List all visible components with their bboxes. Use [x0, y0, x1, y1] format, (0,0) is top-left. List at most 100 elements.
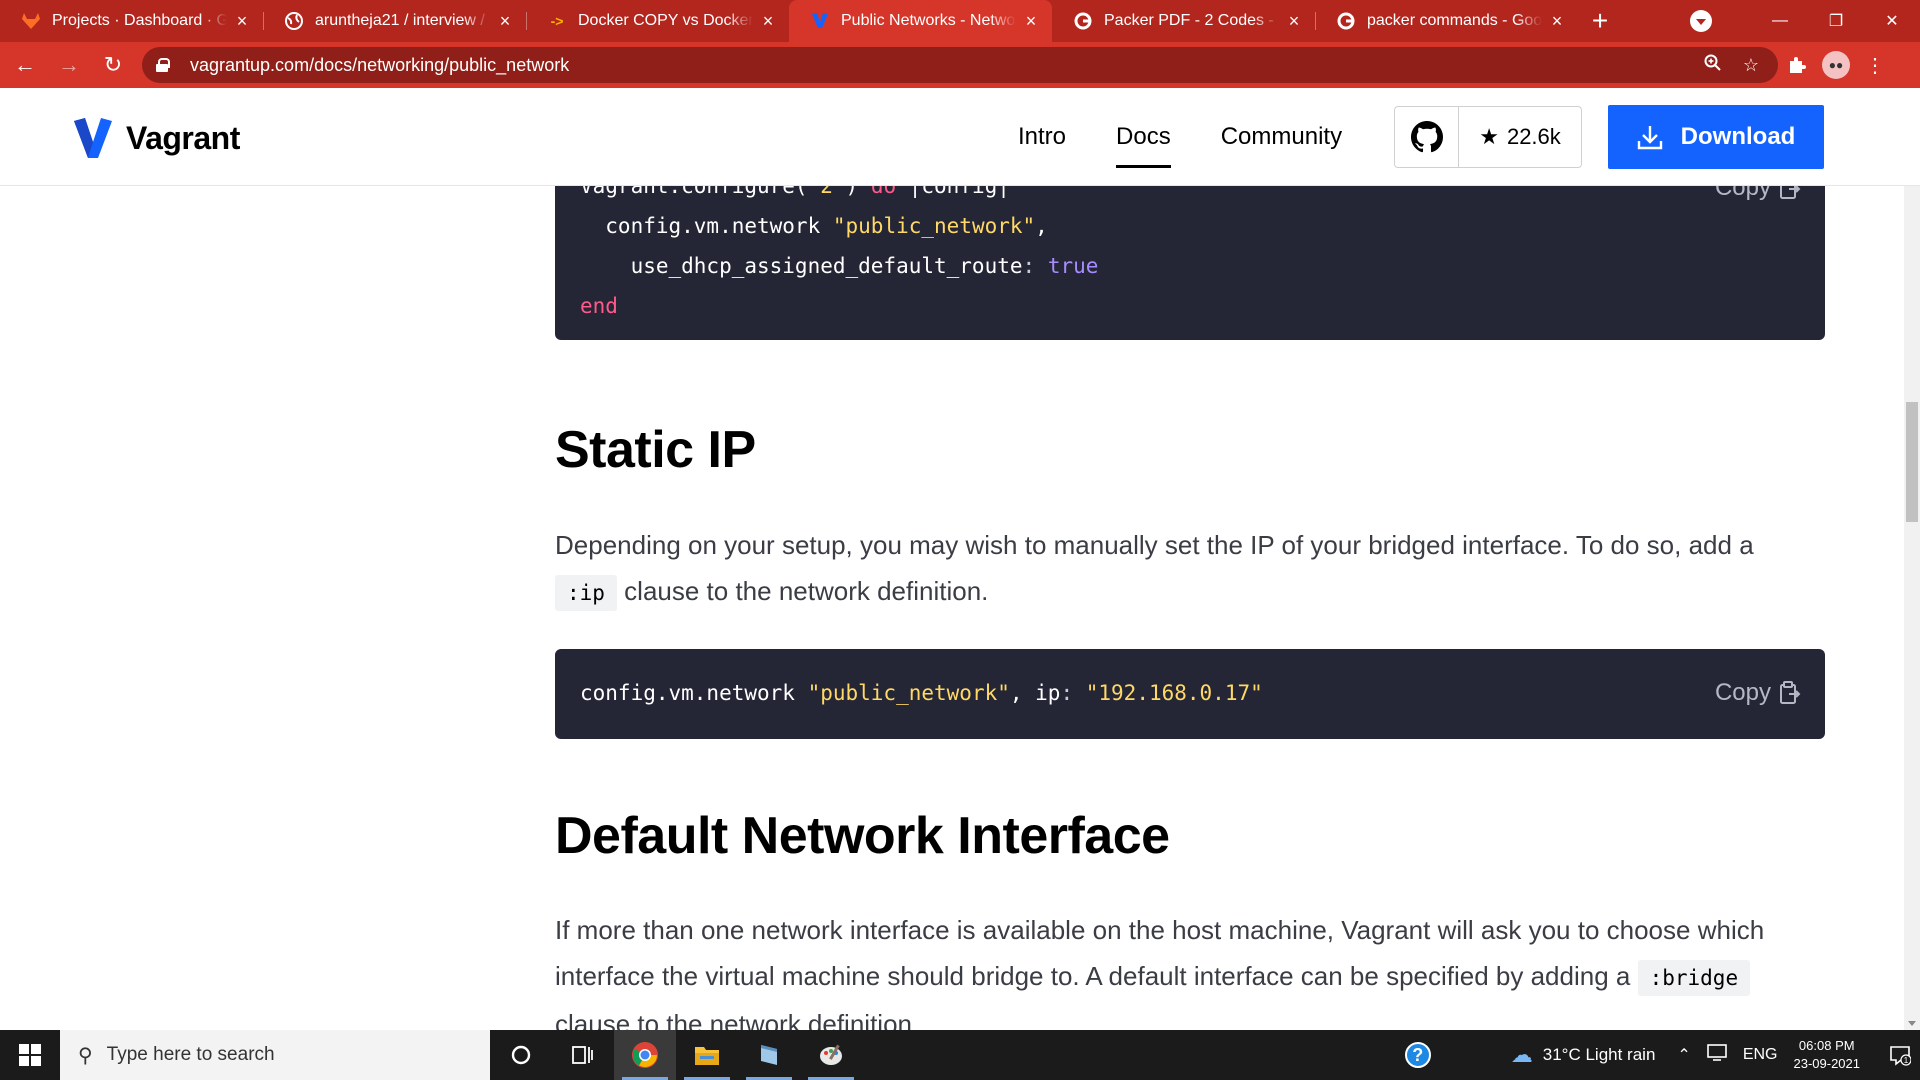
task-view-icon[interactable]	[552, 1030, 614, 1080]
rain-cloud-icon: ☁	[1510, 1042, 1533, 1067]
code-line: use_dhcp_assigned_default_route: true	[580, 254, 1099, 278]
arrow-icon: ->	[550, 13, 564, 29]
main-nav: Intro Docs Community	[1018, 88, 1392, 186]
site-header: Vagrant Intro Docs Community ★ 22.6k Dow…	[0, 88, 1920, 186]
close-tab-icon[interactable]: ×	[1022, 12, 1040, 30]
zoom-icon[interactable]	[1700, 54, 1726, 77]
close-tab-icon[interactable]: ×	[496, 12, 514, 30]
nav-link-community[interactable]: Community	[1221, 88, 1342, 186]
paint-taskbar-icon[interactable]	[800, 1030, 862, 1080]
cortana-icon[interactable]	[490, 1030, 552, 1080]
taskbar-search-box[interactable]: ⚲ Type here to search	[60, 1030, 490, 1080]
extensions-puzzle-icon[interactable]	[1778, 55, 1816, 75]
system-clock[interactable]: 06:08 PM 23-09-2021	[1794, 1037, 1861, 1073]
nav-link-intro[interactable]: Intro	[1018, 88, 1066, 186]
url-bar[interactable]: vagrantup.com/docs/networking/public_net…	[142, 47, 1778, 83]
google-icon	[1074, 12, 1092, 30]
gitlab-icon	[22, 12, 40, 30]
lock-icon[interactable]	[156, 58, 170, 72]
vagrant-logo[interactable]: Vagrant	[74, 118, 240, 158]
window-controls: — ❐ ✕	[1690, 0, 1920, 42]
tab-packer-commands[interactable]: packer commands - Google ×	[1315, 0, 1578, 42]
restore-icon[interactable]: ❐	[1808, 0, 1864, 42]
scrollbar-thumb[interactable]	[1906, 402, 1918, 522]
code-line: Vagrant.configure("2") do |config|	[580, 186, 1010, 198]
clipboard-icon	[1780, 681, 1801, 704]
clock-time: 06:08 PM	[1798, 1038, 1855, 1053]
download-label: Download	[1680, 123, 1796, 150]
url-text[interactable]: vagrantup.com/docs/networking/public_net…	[190, 55, 1688, 76]
close-tab-icon[interactable]: ×	[759, 12, 777, 30]
tab-packer-pdf[interactable]: Packer PDF - 2 Codes - Google ×	[1052, 0, 1315, 42]
brand-name: Vagrant	[126, 119, 240, 156]
docs-content: Vagrant.configure("2") do |config| confi…	[0, 186, 1904, 1030]
app-taskbar-icon[interactable]	[738, 1030, 800, 1080]
notification-center-icon[interactable]: 1	[1880, 1044, 1920, 1066]
download-button[interactable]: Download	[1608, 105, 1824, 169]
clock-date: 23-09-2021	[1793, 1056, 1861, 1071]
back-icon[interactable]: ←	[6, 46, 44, 84]
inline-code: :ip	[555, 575, 617, 611]
github-stars[interactable]: ★ 22.6k	[1459, 107, 1581, 167]
globe-icon	[285, 12, 303, 30]
section-heading-default-network-interface: Default Network Interface	[555, 807, 1170, 865]
menu-kebab-icon[interactable]: ⋮	[1856, 53, 1894, 78]
copy-label: Copy	[1714, 679, 1771, 706]
github-star-count: 22.6k	[1506, 124, 1561, 149]
tab-title: aruntheja21 / interview / Dev	[315, 12, 490, 29]
github-stars-widget[interactable]: ★ 22.6k	[1394, 106, 1582, 168]
clipboard-icon	[1780, 186, 1801, 199]
tab-gitlab[interactable]: Projects · Dashboard · GitLab ×	[0, 0, 263, 42]
file-explorer-icon[interactable]	[676, 1030, 738, 1080]
forward-icon[interactable]: →	[50, 46, 88, 84]
chrome-taskbar-icon[interactable]	[614, 1030, 676, 1080]
star-icon: ★	[1479, 124, 1499, 149]
section-heading-static-ip: Static IP	[555, 421, 756, 479]
minimize-icon[interactable]: —	[1752, 0, 1808, 42]
default-interface-paragraph: If more than one network interface is av…	[555, 915, 1765, 1030]
windows-start-icon[interactable]	[0, 1030, 60, 1080]
nav-link-docs[interactable]: Docs	[1116, 88, 1171, 186]
network-monitor-icon[interactable]	[1707, 1043, 1727, 1067]
scroll-down-arrow-icon[interactable]	[1908, 1021, 1916, 1026]
system-tray: ? ☁ 31°C Light rain ⌃ ENG 06:08 PM 23-09…	[1404, 1030, 1920, 1080]
download-icon	[1637, 126, 1662, 150]
copy-button[interactable]: Copy	[1715, 186, 1801, 202]
code-block: Vagrant.configure("2") do |config| confi…	[555, 186, 1825, 340]
close-tab-icon[interactable]: ×	[1285, 12, 1303, 30]
copy-label: Copy	[1714, 186, 1771, 201]
copy-button[interactable]: Copy	[1715, 679, 1801, 707]
github-icon[interactable]	[1395, 107, 1459, 167]
reload-icon[interactable]: ↻	[94, 46, 132, 84]
weather-text: 31°C Light rain	[1542, 1045, 1656, 1064]
tab-github[interactable]: aruntheja21 / interview / Dev ×	[263, 0, 526, 42]
close-tab-icon[interactable]: ×	[233, 12, 251, 30]
tab-title: Public Networks - Networking	[841, 12, 1016, 29]
tab-title: Projects · Dashboard · GitLab	[52, 12, 227, 29]
tab-search-icon[interactable]	[1690, 10, 1712, 32]
bookmark-star-icon[interactable]: ☆	[1738, 55, 1764, 76]
windows-taskbar: ⚲ Type here to search ? ☁ 31°C Light rai…	[0, 1030, 1920, 1080]
weather-widget[interactable]: ☁ 31°C Light rain	[1511, 1042, 1656, 1068]
google-icon	[1337, 12, 1355, 30]
browser-tab-strip: Projects · Dashboard · GitLab × arunthej…	[0, 0, 1920, 42]
new-tab-button[interactable]: +	[1578, 0, 1622, 42]
static-ip-paragraph: Depending on your setup, you may wish to…	[555, 522, 1835, 616]
code-line: config.vm.network "public_network",	[580, 214, 1048, 238]
close-tab-icon[interactable]: ×	[1548, 12, 1566, 30]
tab-title: Packer PDF - 2 Codes - Google	[1104, 12, 1279, 29]
inline-code: :bridge	[1637, 960, 1751, 996]
language-indicator[interactable]: ENG	[1743, 1046, 1778, 1064]
taskbar-search-placeholder: Type here to search	[106, 1044, 275, 1065]
show-hidden-icons-chevron-icon[interactable]: ⌃	[1677, 1045, 1690, 1065]
notification-count: 1	[1904, 1056, 1909, 1065]
code-block: config.vm.network "public_network", ip: …	[555, 649, 1825, 739]
help-icon[interactable]: ?	[1404, 1042, 1431, 1068]
tab-vagrant-public-networks[interactable]: Public Networks - Networking ×	[789, 0, 1052, 42]
profile-avatar[interactable]: ●●	[1822, 51, 1850, 79]
code-line: config.vm.network "public_network", ip: …	[580, 681, 1263, 705]
tab-docker[interactable]: -> Docker COPY vs Docker ADD ×	[526, 0, 789, 42]
page-scrollbar[interactable]	[1904, 186, 1920, 1030]
close-window-icon[interactable]: ✕	[1864, 0, 1920, 42]
code-line: end	[580, 294, 618, 318]
